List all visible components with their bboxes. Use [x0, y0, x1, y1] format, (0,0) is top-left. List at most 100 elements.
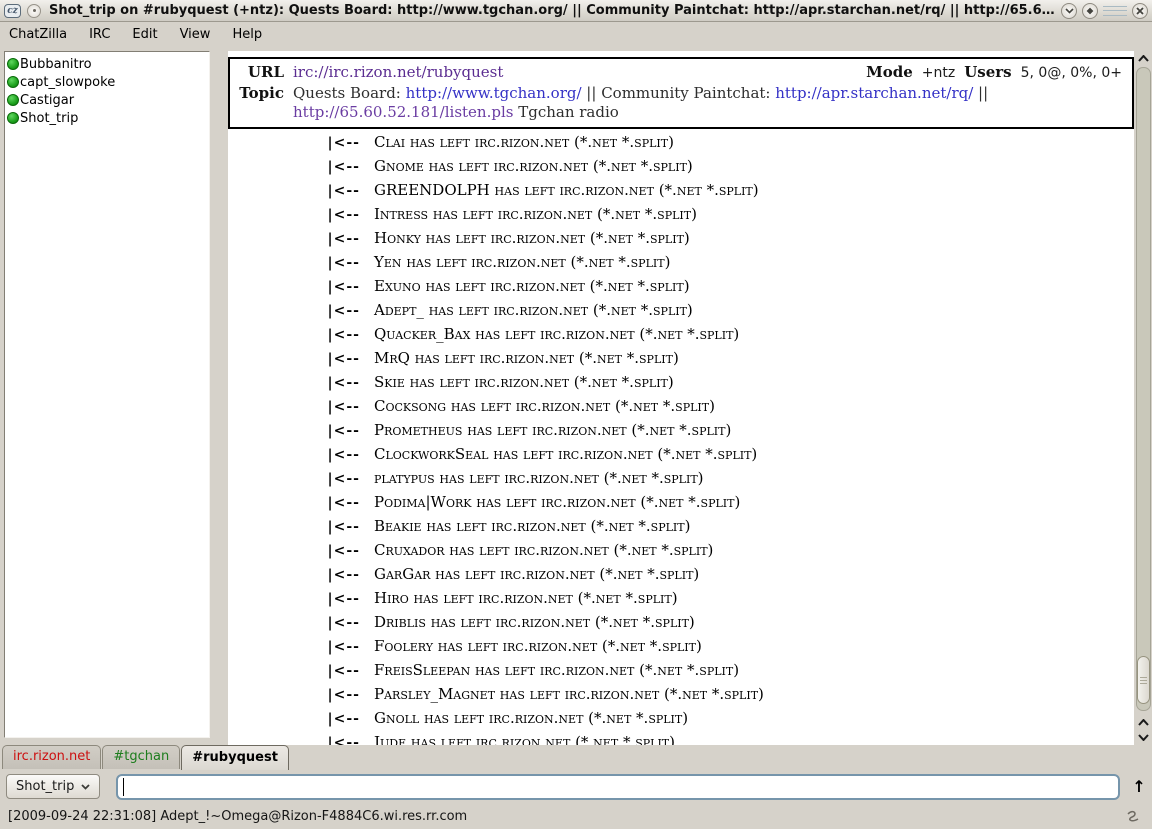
- scrollbar[interactable]: [1136, 51, 1151, 745]
- part-arrow-prefix: |<--: [228, 735, 360, 745]
- close-button[interactable]: [1132, 3, 1148, 19]
- part-arrow-prefix: |<--: [228, 231, 360, 247]
- chatzilla-app-icon: cz: [4, 4, 21, 18]
- main-area: Bubbanitrocapt_slowpokeCastigar Shot_trip…: [0, 47, 1152, 745]
- tab-tgchan[interactable]: #tgchan: [102, 745, 180, 769]
- chevron-down-icon: [1138, 734, 1149, 741]
- titlebar[interactable]: cz Shot_trip on #rubyquest (+ntz): Quest…: [0, 0, 1152, 22]
- input-row: Shot_trip ↑: [0, 770, 1152, 803]
- message-text: FreisSleepan has left irc.rizon.net (*.n…: [374, 661, 739, 679]
- userlist-item[interactable]: Shot_trip: [7, 109, 207, 127]
- topic-text-segment: ||: [582, 84, 602, 102]
- part-arrow-prefix: |<--: [228, 519, 360, 535]
- message-text: Hiro has left irc.rizon.net (*.net *.spl…: [374, 589, 678, 607]
- users-value: 5, 0@, 0%, 0+: [1021, 63, 1122, 83]
- nickname-button[interactable]: Shot_trip: [6, 774, 100, 799]
- user-status-icon: [7, 58, 19, 70]
- userlist-panel: Bubbanitrocapt_slowpokeCastigar Shot_trip: [4, 51, 210, 738]
- input-direction-icon[interactable]: ↑: [1132, 777, 1145, 796]
- nickname-label: Shot_trip: [16, 779, 74, 794]
- message-text: Clai has left irc.rizon.net (*.net *.spl…: [374, 133, 674, 151]
- menu-edit[interactable]: Edit: [132, 27, 157, 42]
- topic-link[interactable]: http://www.tgchan.org/: [406, 84, 582, 102]
- message-text: Gnoll has left irc.rizon.net (*.net *.sp…: [374, 709, 688, 727]
- channel-url-link[interactable]: irc://irc.rizon.net/rubyquest: [293, 62, 503, 82]
- minimize-button[interactable]: [1061, 3, 1077, 19]
- chat-message: |<--Skie has left irc.rizon.net (*.net *…: [228, 373, 1134, 397]
- window-menu-button[interactable]: [27, 4, 41, 18]
- user-nickname: Bubbanitro: [20, 57, 92, 72]
- header-stats: Mode +ntz Users 5, 0@, 0%, 0+: [866, 62, 1126, 83]
- chat-message: |<--Cocksong has left irc.rizon.net (*.n…: [228, 397, 1134, 421]
- message-text: Prometheus has left irc.rizon.net (*.net…: [374, 421, 731, 439]
- panel-splitter[interactable]: [211, 47, 228, 745]
- part-arrow-prefix: |<--: [228, 591, 360, 607]
- scrollbar-steppers: [1136, 715, 1151, 745]
- topic-label: Topic: [234, 83, 284, 103]
- chat-message: |<--Parsley_Magnet has left irc.rizon.ne…: [228, 685, 1134, 709]
- message-text: Beakie has left irc.rizon.net (*.net *.s…: [374, 517, 690, 535]
- message-text: Cruxador has left irc.rizon.net (*.net *…: [374, 541, 713, 559]
- part-arrow-prefix: |<--: [228, 663, 360, 679]
- message-text: Podima|Work has left irc.rizon.net (*.ne…: [374, 493, 740, 511]
- message-text: GREENDOLPH has left irc.rizon.net (*.net…: [374, 181, 759, 199]
- user-status-icon: [7, 94, 19, 106]
- chat-message: |<--MrQ has left irc.rizon.net (*.net *.…: [228, 349, 1134, 373]
- chat-message: |<--Yen has left irc.rizon.net (*.net *.…: [228, 253, 1134, 277]
- topic-text-segment: Quests Board:: [293, 84, 406, 102]
- message-text: platypus has left irc.rizon.net (*.net *…: [374, 469, 704, 487]
- connection-squiggle-icon: [1125, 809, 1142, 824]
- chat-message: |<-- Exuno has left irc.rizon.net (*.net …: [228, 277, 1134, 301]
- message-text: Quacker_Bax has left irc.rizon.net (*.ne…: [374, 325, 739, 343]
- part-arrow-prefix: |<--: [228, 279, 360, 295]
- chatzilla-window: cz Shot_trip on #rubyquest (+ntz): Quest…: [0, 0, 1152, 829]
- chat-message: |<--Prometheus has left irc.rizon.net (*…: [228, 421, 1134, 445]
- maximize-button[interactable]: [1082, 3, 1098, 19]
- part-arrow-prefix: |<--: [228, 399, 360, 415]
- chat-message: |<--Jude has left irc.rizon.net (*.net *…: [228, 733, 1134, 745]
- chat-message: |<--Podima|Work has left irc.rizon.net (…: [228, 493, 1134, 517]
- topic-link[interactable]: http://apr.starchan.net/rq/: [775, 84, 973, 102]
- header-url-row: URL irc://irc.rizon.net/rubyquest Mode +…: [234, 62, 1126, 83]
- message-text: Honky has left irc.rizon.net (*.net *.sp…: [374, 229, 690, 247]
- chat-message: |<-- Beakie has left irc.rizon.net (*.net…: [228, 517, 1134, 541]
- menu-chatzilla[interactable]: ChatZilla: [9, 27, 67, 42]
- tab-bar: irc.rizon.net#tgchan#rubyquest: [0, 745, 1152, 770]
- userlist-item[interactable]: Bubbanitro: [7, 55, 207, 73]
- userlist-item[interactable]: Castigar: [7, 91, 207, 109]
- part-arrow-prefix: |<--: [228, 447, 360, 463]
- chat-message: |<--Adept_ has left irc.rizon.net (*.net…: [228, 301, 1134, 325]
- message-input[interactable]: [116, 774, 1120, 800]
- chat-message: |<-- Quacker_Bax has left irc.rizon.net (…: [228, 325, 1134, 349]
- chat-message: |<--Driblis has left irc.rizon.net (*.ne…: [228, 613, 1134, 637]
- tab-rubyquest[interactable]: #rubyquest: [181, 745, 289, 770]
- scroll-up-button[interactable]: [1136, 51, 1151, 66]
- menu-help[interactable]: Help: [232, 27, 262, 42]
- user-status-icon: [7, 76, 19, 88]
- userlist-item[interactable]: capt_slowpoke: [7, 73, 207, 91]
- topic-link[interactable]: http://65.60.52.181/listen.pls: [293, 103, 513, 121]
- message-text: Foolery has left irc.rizon.net (*.net *.…: [374, 637, 702, 655]
- message-text: Exuno has left irc.rizon.net (*.net *.sp…: [374, 277, 690, 295]
- chevron-up-icon: [1138, 719, 1149, 726]
- topic-text-segment: Tgchan radio: [513, 103, 618, 121]
- scroll-up-button-bottom[interactable]: [1136, 715, 1151, 730]
- scrollbar-track[interactable]: [1136, 67, 1151, 711]
- menu-irc[interactable]: IRC: [89, 27, 110, 42]
- menubar: ChatZilla IRC Edit View Help: [0, 22, 1152, 47]
- diamond-icon: [1086, 7, 1094, 15]
- chat-output-panel: URL irc://irc.rizon.net/rubyquest Mode +…: [228, 51, 1134, 745]
- message-text: Gnome has left irc.rizon.net (*.net *.sp…: [374, 157, 693, 175]
- scrollbar-thumb[interactable]: [1137, 656, 1150, 704]
- chat-message: |<--ClockworkSeal has left irc.rizon.net…: [228, 445, 1134, 469]
- chevron-down-icon: [1065, 8, 1074, 14]
- chat-message: |<--GREENDOLPH has left irc.rizon.net (*…: [228, 181, 1134, 205]
- tab-irc-rizon-net[interactable]: irc.rizon.net: [2, 745, 101, 769]
- topic-text-segment: Community Paintchat:: [601, 84, 775, 102]
- part-arrow-prefix: |<--: [228, 327, 360, 343]
- scroll-down-button[interactable]: [1136, 730, 1151, 745]
- user-nickname: Shot_trip: [20, 111, 78, 126]
- url-label: URL: [234, 62, 284, 82]
- menu-view[interactable]: View: [180, 27, 211, 42]
- part-arrow-prefix: |<--: [228, 567, 360, 583]
